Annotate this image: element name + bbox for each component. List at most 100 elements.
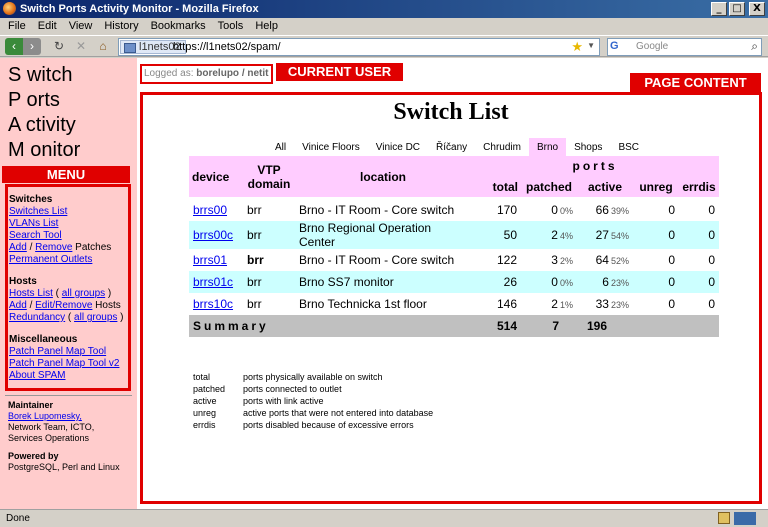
unreg-cell: 0 — [633, 221, 679, 249]
search-icon[interactable]: ⌕ — [751, 39, 758, 54]
patched-value: 2 — [551, 228, 558, 242]
legend-value: ports physically available on switch — [243, 372, 383, 382]
device-link[interactable]: brrs01 — [193, 253, 227, 267]
active-value: 33 — [595, 297, 609, 311]
header-unreg: unreg — [633, 176, 679, 197]
vtp-cell: brr — [243, 249, 295, 271]
maintainer-ops: Services Operations — [8, 433, 90, 443]
menu-history[interactable]: History — [98, 18, 144, 35]
navigation-toolbar: ‹ › ↻ ✕ ⌂ l1nets02 https://l1nets02/spam… — [0, 35, 768, 57]
logged-username: borelupo / netit — [196, 68, 269, 79]
summary-row: Summary 514 7 196 — [189, 315, 719, 337]
menu-bookmarks[interactable]: Bookmarks — [145, 18, 212, 35]
search-tool-link[interactable]: Search Tool — [9, 230, 62, 241]
legend-key: unreg — [193, 408, 217, 418]
page-content: Switch List All Vinice Floors Vinice DC … — [140, 92, 762, 504]
legend-key: active — [193, 396, 217, 406]
lock-icon[interactable] — [718, 512, 730, 524]
patch-panel-map-link[interactable]: Patch Panel Map Tool — [9, 346, 106, 357]
active-percent: 54% — [610, 231, 629, 241]
tab-all[interactable]: All — [267, 138, 294, 158]
forward-button[interactable]: › — [23, 38, 41, 55]
legend-row: unreg active ports that were not entered … — [193, 407, 433, 419]
bookmark-star-icon[interactable]: ★ — [571, 39, 583, 55]
menu-switches: Switches Switches List VLANs List Search… — [9, 194, 111, 266]
hosts-all-groups-link[interactable]: all groups — [62, 288, 105, 299]
about-spam-link[interactable]: About SPAM — [9, 370, 66, 381]
addon-icon[interactable] — [734, 512, 756, 525]
google-engine-icon[interactable]: G — [610, 40, 632, 54]
search-input[interactable]: Google — [636, 41, 668, 52]
tab-vinice-dc[interactable]: Vinice DC — [368, 138, 428, 158]
home-button[interactable]: ⌂ — [94, 38, 112, 55]
remove-patch-link[interactable]: Remove — [35, 242, 72, 253]
menu-help[interactable]: Help — [249, 18, 284, 35]
device-link[interactable]: brrs10c — [193, 297, 233, 311]
menu-file[interactable]: File — [2, 18, 32, 35]
menu-tools[interactable]: Tools — [212, 18, 250, 35]
menu-view[interactable]: View — [63, 18, 99, 35]
redundancy-link[interactable]: Redundancy — [9, 312, 65, 323]
device-link[interactable]: brrs00 — [193, 203, 227, 217]
back-button[interactable]: ‹ — [5, 38, 23, 55]
vtp-cell: brr — [243, 199, 295, 221]
patch-panel-map-v2-link[interactable]: Patch Panel Map Tool v2 — [9, 358, 119, 369]
hosts-heading: Hosts — [9, 276, 37, 287]
logged-label: Logged as: — [144, 68, 197, 79]
patched-percent: 1% — [559, 300, 573, 310]
url-text[interactable]: https://l1nets02/spam/ — [173, 41, 281, 53]
hosts-list-link[interactable]: Hosts List — [9, 288, 53, 299]
legend-row: errdis ports disabled because of excessiv… — [193, 419, 433, 431]
minimize-button[interactable]: _ — [711, 2, 727, 16]
menu-edit[interactable]: Edit — [32, 18, 63, 35]
redundancy-all-groups-link[interactable]: all groups — [74, 312, 117, 323]
misc-heading: Miscellaneous — [9, 334, 78, 345]
device-link[interactable]: brrs01c — [193, 275, 233, 289]
tab-bsc[interactable]: BSC — [610, 138, 647, 158]
table-row: brrs01c brr Brno SS7 monitor 26 0 0% 6 23%… — [189, 271, 719, 293]
edit-remove-host-link[interactable]: Edit/Remove — [35, 300, 92, 311]
tab-ricany[interactable]: Říčany — [428, 138, 475, 158]
separator: / — [26, 300, 36, 311]
permanent-outlets-link[interactable]: Permanent Outlets — [9, 254, 92, 265]
vlans-list-link[interactable]: VLANs List — [9, 218, 58, 229]
active-percent: 52% — [610, 256, 629, 266]
maximize-button[interactable]: □ — [729, 2, 745, 16]
device-link[interactable]: brrs00c — [193, 228, 233, 242]
patched-cell: 0 0% — [521, 199, 577, 221]
summary-label: Summary — [189, 315, 471, 337]
legend-row: active ports with link active — [193, 395, 433, 407]
window-title: Switch Ports Activity Monitor - Mozilla … — [20, 3, 259, 15]
firefox-icon — [3, 2, 16, 15]
column-legend: total ports physically available on switc… — [193, 371, 433, 431]
maintainer-team: Network Team, ICTO, — [8, 422, 95, 432]
tab-chrudim[interactable]: Chrudim — [475, 138, 529, 158]
patched-percent: 2% — [559, 256, 573, 266]
table-row: brrs00 brr Brno - IT Room - Core switch … — [189, 199, 719, 221]
active-cell: 6 23% — [577, 271, 633, 293]
logo-line: A ctivity — [8, 114, 76, 136]
url-dropdown-icon[interactable]: ▼ — [587, 41, 595, 50]
close-button[interactable]: X — [749, 2, 765, 16]
summary-empty — [679, 315, 719, 337]
sidebar: S witch P orts A ctivity M onitor MENU S… — [0, 58, 137, 509]
total-cell: 26 — [471, 271, 521, 293]
switches-list-link[interactable]: Switches List — [9, 206, 67, 217]
location-cell: Brno SS7 monitor — [295, 271, 471, 293]
stop-button[interactable]: ✕ — [72, 38, 90, 55]
search-box[interactable]: G Google ⌕ — [607, 38, 762, 56]
patched-cell: 2 4% — [521, 221, 577, 249]
errdis-cell: 0 — [679, 249, 719, 271]
reload-button[interactable]: ↻ — [50, 38, 68, 55]
page-title: Switch List — [393, 99, 509, 125]
maintainer-link[interactable]: Borek Lupomesky, — [8, 411, 82, 421]
patched-percent: 0% — [559, 278, 573, 288]
header-total: total — [471, 176, 521, 197]
tab-vinice-floors[interactable]: Vinice Floors — [294, 138, 368, 158]
tab-brno[interactable]: Brno — [528, 138, 567, 158]
tab-shops[interactable]: Shops — [566, 138, 610, 158]
active-cell: 33 23% — [577, 293, 633, 315]
add-patch-link[interactable]: Add — [9, 242, 27, 253]
address-bar[interactable]: l1nets02 https://l1nets02/spam/ ★ ▼ — [118, 38, 600, 56]
add-host-link[interactable]: Add — [9, 300, 27, 311]
